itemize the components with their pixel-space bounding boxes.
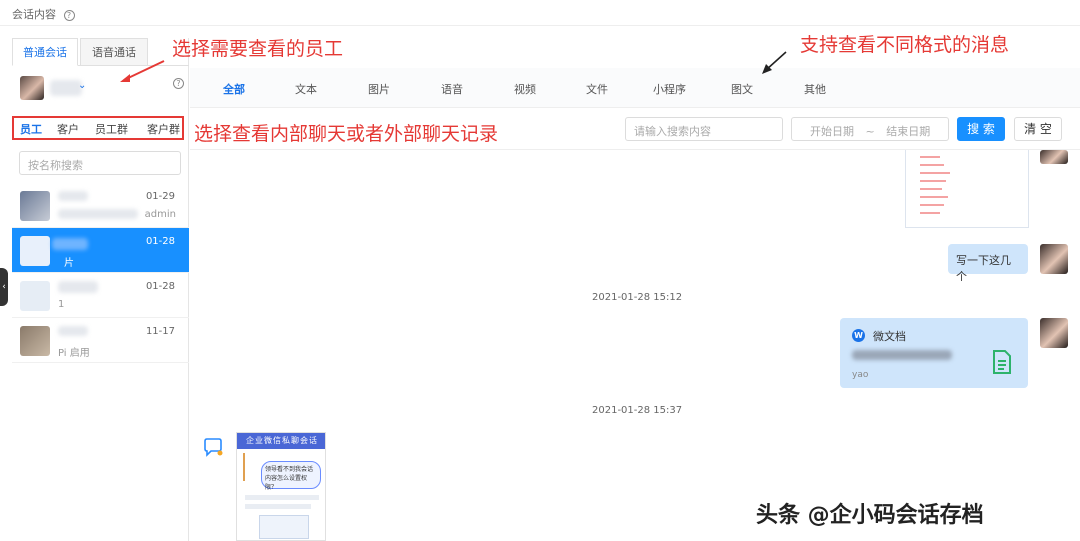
file-card-message[interactable]: W 微文档 yao bbox=[840, 318, 1028, 388]
message-timestamp: 2021-01-28 15:37 bbox=[592, 405, 683, 416]
tab-all[interactable]: 全部 bbox=[223, 81, 245, 97]
end-date: 结束日期 bbox=[886, 125, 931, 138]
date-separator: ~ bbox=[865, 125, 875, 138]
chat-bubble-icon bbox=[204, 438, 223, 457]
annotation-arrow bbox=[120, 60, 165, 82]
tab-normal-session[interactable]: 普通会话 bbox=[12, 38, 78, 66]
contact-name-blurred bbox=[58, 281, 98, 293]
page-header: 会话内容 ? bbox=[0, 0, 1080, 26]
avatar bbox=[1040, 244, 1068, 274]
document-icon bbox=[993, 350, 1011, 374]
contact-name-blurred bbox=[52, 238, 88, 250]
message-timestamp: 2021-01-28 15:12 bbox=[592, 292, 683, 303]
chevron-down-icon[interactable]: ⌄ bbox=[78, 80, 86, 91]
contact-preview: admin bbox=[144, 209, 176, 220]
contact-preview: 1 bbox=[58, 299, 65, 310]
avatar bbox=[20, 236, 50, 266]
tab-voice[interactable]: 语音 bbox=[441, 81, 463, 97]
article-image-message[interactable]: 企业微信私聊会话 领导看不到我会话内容怎么设置权限？ bbox=[236, 432, 326, 541]
tab-article[interactable]: 图文 bbox=[731, 81, 753, 97]
question-icon[interactable]: ? bbox=[173, 78, 184, 89]
search-button[interactable]: 搜 索 bbox=[957, 117, 1005, 141]
contact-date: 01-28 bbox=[145, 281, 175, 292]
contact-preview: 片 bbox=[64, 258, 74, 269]
question-icon[interactable]: ? bbox=[63, 10, 75, 21]
search-input[interactable]: 请输入搜索内容 bbox=[625, 117, 783, 141]
annotation-select-employee: 选择需要查看的员工 bbox=[172, 38, 344, 60]
annotation-arrow bbox=[762, 51, 787, 74]
date-range-picker[interactable]: 开始日期 ~ 结束日期 bbox=[791, 117, 949, 141]
contact-date: 01-29 bbox=[145, 191, 175, 202]
wedoc-icon: W bbox=[852, 329, 865, 342]
page-title: 会话内容 bbox=[12, 8, 56, 21]
avatar bbox=[1040, 318, 1068, 348]
name-search-input[interactable]: 按名称搜索 bbox=[19, 151, 181, 175]
subtab-customer-group[interactable]: 客户群 bbox=[147, 121, 180, 137]
poster-question: 领导看不到我会话内容怎么设置权限？ bbox=[261, 461, 321, 491]
chat-history: 写一下这几个 2021-01-28 15:12 W 微文档 yao 2021-0… bbox=[190, 150, 1080, 541]
contact-name-blurred bbox=[58, 326, 88, 336]
avatar bbox=[20, 281, 50, 311]
avatar bbox=[20, 76, 44, 100]
subtab-customer[interactable]: 客户 bbox=[57, 121, 79, 137]
tab-file[interactable]: 文件 bbox=[586, 81, 608, 97]
file-card-title: 微文档 bbox=[873, 330, 906, 343]
text-message: 写一下这几个 bbox=[948, 244, 1028, 283]
tab-mini-program[interactable]: 小程序 bbox=[653, 81, 686, 97]
tab-other[interactable]: 其他 bbox=[804, 81, 826, 97]
subtab-employee-group[interactable]: 员工群 bbox=[95, 121, 128, 137]
avatar bbox=[20, 191, 50, 221]
contact-name-blurred bbox=[58, 191, 88, 201]
file-card-sub: yao bbox=[852, 370, 869, 380]
chat-scope-tabs: 员工 客户 员工群 客户群 bbox=[12, 116, 184, 140]
tab-image[interactable]: 图片 bbox=[368, 81, 390, 97]
tab-video[interactable]: 视频 bbox=[514, 81, 536, 97]
conversation-sidebar: 普通会话 语音通话 ⌄ ? 员工 客户 员工群 客户群 按名称搜索 01-29 … bbox=[12, 38, 189, 541]
contact-date: 01-28 bbox=[145, 236, 175, 247]
contact-date: 11-17 bbox=[145, 326, 175, 337]
file-name-blurred bbox=[852, 350, 952, 360]
avatar bbox=[1040, 150, 1068, 164]
annotation-internal-external: 选择查看内部聊天或者外部聊天记录 bbox=[194, 123, 499, 145]
collapse-handle[interactable]: ‹ bbox=[0, 268, 8, 306]
clear-button[interactable]: 清 空 bbox=[1014, 117, 1062, 141]
contact-preview: Pi 启用 bbox=[58, 348, 90, 359]
subtab-employee[interactable]: 员工 bbox=[20, 121, 42, 137]
contact-item[interactable]: 01-28 片 bbox=[12, 228, 189, 273]
contact-item[interactable]: 11-17 Pi 启用 bbox=[12, 318, 189, 363]
contact-item[interactable]: 01-29 admin bbox=[12, 183, 189, 228]
start-date: 开始日期 bbox=[810, 125, 854, 138]
contact-item[interactable]: 01-28 1 bbox=[12, 273, 189, 318]
avatar bbox=[20, 326, 50, 356]
document-screenshot-message[interactable] bbox=[905, 150, 1029, 228]
message-type-tabs: 全部 文本 图片 语音 视频 文件 小程序 图文 其他 bbox=[190, 68, 1080, 108]
lamp-illustration bbox=[243, 453, 257, 481]
watermark: 头条 @企小码会话存档 bbox=[756, 503, 984, 528]
tab-text[interactable]: 文本 bbox=[295, 81, 317, 97]
poster-header: 企业微信私聊会话 bbox=[237, 433, 325, 449]
annotation-formats: 支持查看不同格式的消息 bbox=[800, 34, 1010, 56]
